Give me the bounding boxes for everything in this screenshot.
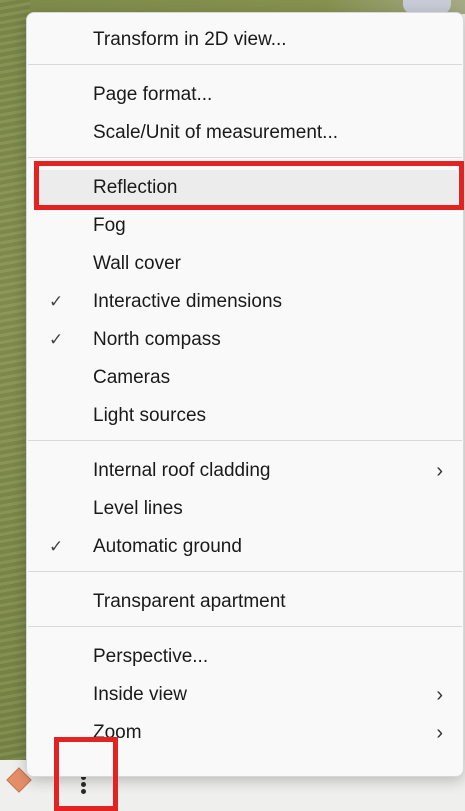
- menu-item-wall-cover[interactable]: Wall cover: [27, 246, 463, 282]
- check-icon: ✓: [49, 537, 64, 556]
- menu-item-interactive-dimensions[interactable]: ✓ Interactive dimensions: [27, 284, 463, 320]
- context-menu: Transform in 2D view... Page format... Sca…: [26, 12, 464, 777]
- menu-item-automatic-ground[interactable]: ✓ Automatic ground: [27, 529, 463, 565]
- menu-item-transform-in-2d-view[interactable]: Transform in 2D view...: [27, 22, 463, 58]
- menu-item-transparent-apartment[interactable]: Transparent apartment: [27, 584, 463, 620]
- menu-item-cameras[interactable]: Cameras: [27, 360, 463, 396]
- menu-item-scale-unit-of-measurement[interactable]: Scale/Unit of measurement...: [27, 115, 463, 151]
- menu-item-level-lines[interactable]: Level lines: [27, 491, 463, 527]
- menu-item-internal-roof-cladding[interactable]: Internal roof cladding ›: [27, 453, 463, 489]
- menu-separator: [28, 571, 462, 572]
- menu-separator: [28, 64, 462, 65]
- menu-item-label: Level lines: [93, 498, 183, 519]
- menu-item-label: Page format...: [93, 84, 213, 105]
- menu-separator: [28, 440, 462, 441]
- highlight-box-reflection: [34, 161, 464, 210]
- chevron-right-icon: ›: [436, 721, 443, 744]
- menu-item-inside-view[interactable]: Inside view ›: [27, 677, 463, 713]
- menu-item-label: Cameras: [93, 367, 171, 388]
- menu-item-perspective[interactable]: Perspective...: [27, 639, 463, 675]
- menu-item-fog[interactable]: Fog: [27, 208, 463, 244]
- menu-item-label: Wall cover: [93, 253, 181, 274]
- menu-item-label: North compass: [93, 329, 221, 350]
- menu-item-label: Fog: [93, 215, 126, 236]
- menu-item-label: Interactive dimensions: [93, 291, 283, 312]
- menu-item-label: Transform in 2D view...: [93, 29, 287, 50]
- check-icon: ✓: [49, 330, 64, 349]
- menu-item-label: Internal roof cladding: [93, 460, 271, 481]
- menu-item-label: Transparent apartment: [93, 591, 286, 612]
- menu-item-page-format[interactable]: Page format...: [27, 77, 463, 113]
- highlight-box-more-button: [54, 737, 118, 811]
- check-icon: ✓: [49, 292, 64, 311]
- menu-item-label: Perspective...: [93, 646, 209, 667]
- menu-item-label: Light sources: [93, 405, 207, 426]
- menu-item-light-sources[interactable]: Light sources: [27, 398, 463, 434]
- menu-item-label: Inside view: [93, 684, 187, 705]
- menu-item-label: Scale/Unit of measurement...: [93, 122, 338, 143]
- menu-separator: [28, 626, 462, 627]
- chevron-right-icon: ›: [436, 459, 443, 482]
- chevron-right-icon: ›: [436, 683, 443, 706]
- menu-separator: [28, 157, 462, 158]
- menu-item-label: Automatic ground: [93, 536, 242, 557]
- menu-item-north-compass[interactable]: ✓ North compass: [27, 322, 463, 358]
